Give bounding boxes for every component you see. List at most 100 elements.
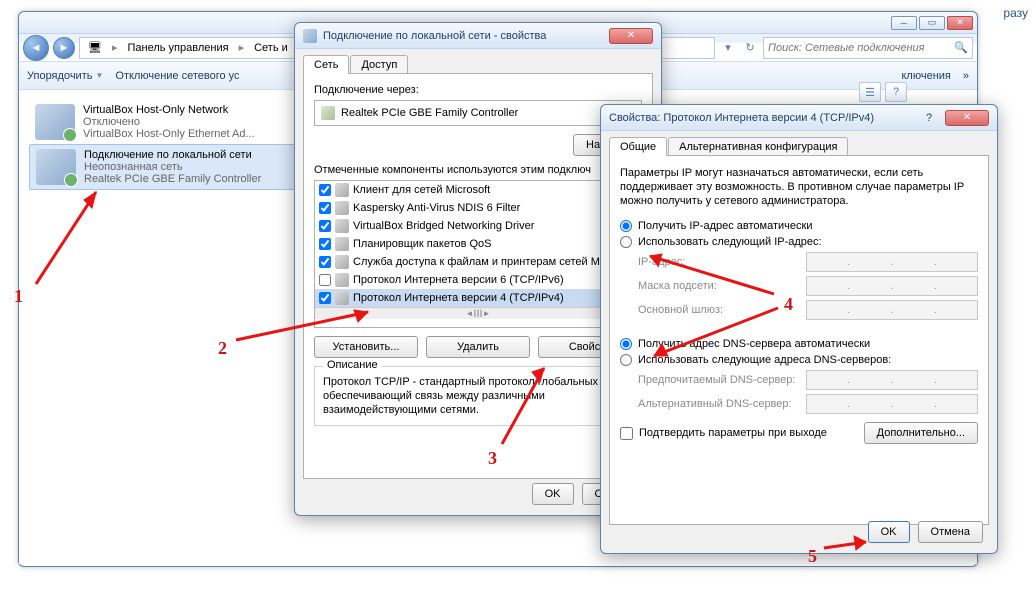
component-item[interactable]: Kaspersky Anti-Virus NDIS 6 Filter bbox=[315, 199, 641, 217]
device-field: Realtek PCIe GBE Family Controller bbox=[314, 100, 642, 126]
search-box[interactable]: 🔍 bbox=[763, 37, 973, 59]
component-label: VirtualBox Bridged Networking Driver bbox=[353, 220, 534, 232]
chevron-right-icon: ▸ bbox=[235, 41, 249, 54]
component-icon bbox=[335, 201, 349, 215]
search-icon: 🔍 bbox=[954, 41, 968, 54]
adapter-status: Неопознанная сеть bbox=[84, 161, 261, 173]
breadcrumb-item[interactable]: Сеть и bbox=[250, 42, 292, 54]
close-button[interactable]: ✕ bbox=[945, 110, 989, 126]
component-icon bbox=[335, 291, 349, 305]
validate-checkbox[interactable] bbox=[620, 427, 633, 440]
search-input[interactable] bbox=[768, 42, 954, 54]
minimize-button[interactable]: ─ bbox=[891, 16, 917, 30]
remove-button[interactable]: Удалить bbox=[426, 336, 530, 358]
close-button[interactable]: ✕ bbox=[947, 16, 973, 30]
component-item[interactable]: Служба доступа к файлам и принтерам сете… bbox=[315, 253, 641, 271]
radio-auto-ip-label: Получить IP-адрес автоматически bbox=[638, 220, 812, 232]
adapter-device: VirtualBox Host-Only Ethernet Ad... bbox=[83, 128, 255, 140]
dialog-titlebar: Свойства: Протокол Интернета версии 4 (T… bbox=[601, 105, 997, 131]
toolbar-overflow[interactable]: » bbox=[963, 70, 969, 82]
component-checkbox[interactable] bbox=[319, 274, 331, 286]
install-button[interactable]: Установить... bbox=[314, 336, 418, 358]
background-text: разу bbox=[1003, 6, 1028, 20]
chevron-down-icon: ▼ bbox=[95, 71, 103, 80]
components-label: Отмеченные компоненты используются этим … bbox=[314, 164, 642, 176]
component-icon bbox=[335, 219, 349, 233]
annotation-number-1: 1 bbox=[14, 286, 23, 307]
components-listbox[interactable]: Клиент для сетей Microsoft Kaspersky Ant… bbox=[314, 180, 642, 328]
intro-text: Параметры IP могут назначаться автоматич… bbox=[620, 166, 978, 208]
dialog-titlebar: Подключение по локальной сети - свойства… bbox=[295, 23, 661, 49]
disable-device-item[interactable]: Отключение сетевого ус bbox=[115, 70, 239, 82]
radio-manual-ip-label: Использовать следующий IP-адрес: bbox=[638, 236, 822, 248]
tab-alternative[interactable]: Альтернативная конфигурация bbox=[668, 137, 848, 156]
tab-access[interactable]: Доступ bbox=[350, 55, 408, 74]
component-checkbox[interactable] bbox=[319, 292, 331, 304]
network-adapter-icon bbox=[36, 149, 76, 185]
component-checkbox[interactable] bbox=[319, 220, 331, 232]
alternate-dns-label: Альтернативный DNS-сервер: bbox=[638, 398, 798, 410]
ok-button[interactable]: OK bbox=[868, 521, 910, 543]
chevron-right-icon: ▸ bbox=[108, 41, 122, 54]
adapter-title: VirtualBox Host-Only Network bbox=[83, 104, 255, 116]
nic-icon bbox=[321, 106, 335, 120]
ipv4-properties-dialog: Свойства: Протокол Интернета версии 4 (T… bbox=[600, 104, 998, 554]
adapter-title: Подключение по локальной сети bbox=[84, 149, 261, 161]
organize-menu[interactable]: Упорядочить▼ bbox=[27, 70, 103, 82]
view-button[interactable]: ☰ bbox=[859, 82, 881, 102]
subnet-mask-label: Маска подсети: bbox=[638, 280, 798, 292]
component-icon bbox=[335, 183, 349, 197]
radio-manual-dns[interactable] bbox=[620, 354, 632, 366]
annotation-number-4: 4 bbox=[784, 294, 793, 315]
component-checkbox[interactable] bbox=[319, 202, 331, 214]
folder-icon: 🖥 bbox=[84, 41, 106, 54]
refresh-icon[interactable]: ↻ bbox=[741, 41, 759, 54]
advanced-button[interactable]: Дополнительно... bbox=[864, 422, 978, 444]
breadcrumb-item[interactable]: Панель управления bbox=[124, 42, 233, 54]
dialog-title: Подключение по локальной сети - свойства bbox=[323, 30, 603, 42]
annotation-number-3: 3 bbox=[488, 448, 497, 469]
gateway-label: Основной шлюз: bbox=[638, 304, 798, 316]
component-checkbox[interactable] bbox=[319, 184, 331, 196]
tab-network[interactable]: Сеть bbox=[303, 55, 349, 74]
description-text: Протокол TCP/IP - стандартный протокол г… bbox=[323, 375, 633, 417]
component-label: Служба доступа к файлам и принтерам сете… bbox=[353, 256, 600, 268]
component-label: Планировщик пакетов QoS bbox=[353, 238, 492, 250]
breadcrumb-dropdown[interactable]: ▾ bbox=[719, 41, 737, 54]
maximize-button[interactable]: ▭ bbox=[919, 16, 945, 30]
horizontal-scrollbar[interactable]: ◄ III ► bbox=[315, 307, 641, 319]
network-icon bbox=[303, 29, 317, 43]
nav-forward-button[interactable]: ► bbox=[53, 37, 75, 59]
dialog-title: Свойства: Протокол Интернета версии 4 (T… bbox=[609, 112, 913, 124]
component-item[interactable]: Клиент для сетей Microsoft bbox=[315, 181, 641, 199]
component-label: Kaspersky Anti-Virus NDIS 6 Filter bbox=[353, 202, 520, 214]
ip-address-label: IP-адрес: bbox=[638, 256, 798, 268]
component-item[interactable]: Планировщик пакетов QoS bbox=[315, 235, 641, 253]
device-name: Realtek PCIe GBE Family Controller bbox=[341, 107, 518, 119]
nav-back-button[interactable]: ◄ bbox=[23, 35, 49, 61]
component-label: Протокол Интернета версии 4 (TCP/IPv4) bbox=[353, 292, 564, 304]
component-checkbox[interactable] bbox=[319, 238, 331, 250]
radio-auto-dns[interactable] bbox=[620, 338, 632, 350]
ok-button[interactable]: OK bbox=[532, 483, 574, 505]
adapter-status: Отключено bbox=[83, 116, 255, 128]
component-item[interactable]: VirtualBox Bridged Networking Driver bbox=[315, 217, 641, 235]
cancel-button[interactable]: Отмена bbox=[918, 521, 983, 543]
radio-manual-dns-label: Использовать следующие адреса DNS-сервер… bbox=[638, 354, 891, 366]
component-icon bbox=[335, 273, 349, 287]
component-checkbox[interactable] bbox=[319, 256, 331, 268]
help-button[interactable]: ? bbox=[885, 82, 907, 102]
close-button[interactable]: ✕ bbox=[609, 28, 653, 44]
radio-manual-ip[interactable] bbox=[620, 236, 632, 248]
description-title: Описание bbox=[323, 359, 382, 371]
adapter-device: Realtek PCIe GBE Family Controller bbox=[84, 173, 261, 185]
help-button[interactable]: ? bbox=[919, 112, 939, 124]
tab-general[interactable]: Общие bbox=[609, 137, 667, 156]
connect-via-label: Подключение через: bbox=[314, 84, 642, 96]
component-item[interactable]: Протокол Интернета версии 4 (TCP/IPv4) bbox=[315, 289, 641, 307]
network-adapter-icon bbox=[35, 104, 75, 140]
diagnose-item[interactable]: ключения bbox=[901, 70, 950, 82]
annotation-number-5: 5 bbox=[808, 546, 817, 567]
component-item[interactable]: Протокол Интернета версии 6 (TCP/IPv6) bbox=[315, 271, 641, 289]
radio-auto-ip[interactable] bbox=[620, 220, 632, 232]
